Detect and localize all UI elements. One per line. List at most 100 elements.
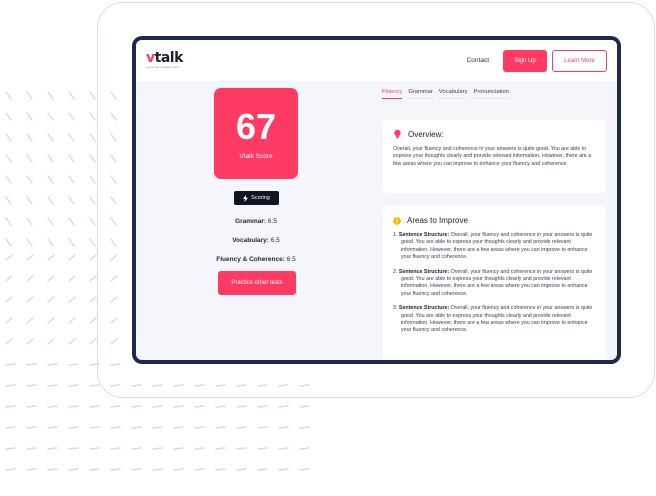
dash-mark <box>173 468 184 471</box>
dash-mark <box>68 112 75 121</box>
dash-mark <box>89 447 100 450</box>
tab-fluency[interactable]: Fluency <box>382 89 403 99</box>
dash-mark <box>152 405 163 408</box>
dash-mark <box>89 468 100 471</box>
dash-mark <box>110 447 121 450</box>
dash-mark <box>26 384 37 387</box>
dash-mark <box>215 468 226 471</box>
dash-mark <box>5 447 16 450</box>
dash-mark <box>5 338 13 345</box>
dash-mark <box>173 426 184 429</box>
dash-mark <box>5 196 12 205</box>
dash-mark <box>68 384 79 387</box>
logo-v: v <box>146 50 155 66</box>
dash-mark <box>257 447 268 450</box>
dash-mark <box>5 254 13 261</box>
dash-mark <box>299 426 310 429</box>
dash-mark <box>194 405 205 408</box>
metric-label: Grammar: <box>235 218 267 225</box>
score-card: 67 Vtalk Score <box>214 88 298 179</box>
dash-mark <box>26 447 37 450</box>
metric-grammar: Grammar: 6.5 <box>176 216 336 235</box>
dash-mark <box>257 426 268 429</box>
dash-mark <box>278 426 289 429</box>
dash-mark <box>89 405 100 408</box>
feedback-tabs: Fluency Grammar Vocabulary Pronunciation <box>382 89 509 99</box>
dash-mark <box>236 468 247 471</box>
dash-mark <box>26 296 34 303</box>
vtalk-logo[interactable]: vtalk Let's talk engagement <box>146 50 183 69</box>
contact-link[interactable]: Contact <box>467 57 489 64</box>
dash-mark <box>173 447 184 450</box>
dash-mark <box>152 447 163 450</box>
dash-mark <box>5 154 12 163</box>
dash-mark <box>89 217 96 226</box>
dash-mark <box>5 426 16 429</box>
dash-mark <box>47 154 54 163</box>
dash-mark <box>47 175 54 184</box>
dash-mark <box>26 363 37 366</box>
dash-mark <box>5 217 12 226</box>
dash-mark <box>68 447 79 450</box>
dash-mark <box>236 447 247 450</box>
dash-mark <box>47 468 58 471</box>
dash-mark <box>131 405 142 408</box>
dash-mark <box>47 447 58 450</box>
practice-other-tests-button[interactable]: Practice other tests <box>218 271 296 295</box>
metric-value: 6.5 <box>286 256 296 263</box>
list-item: 1. Sentence Structure: Overall, your flu… <box>393 232 596 261</box>
dash-mark <box>68 238 75 247</box>
dash-mark <box>299 468 310 471</box>
list-item-title: Sentence Structure: <box>398 232 450 238</box>
dash-mark <box>299 405 310 408</box>
overview-text: Overall, your fluency and coherence in y… <box>393 146 592 167</box>
overview-header: Overview: <box>393 129 596 139</box>
logo-wordmark: vtalk <box>146 50 183 66</box>
list-item-number: 1. <box>393 232 398 238</box>
dash-mark <box>26 217 33 226</box>
dash-mark <box>278 405 289 408</box>
tab-grammar[interactable]: Grammar <box>408 89 433 99</box>
learn-more-button[interactable]: Learn More <box>552 49 607 72</box>
areas-header: Areas to Improve <box>393 216 596 225</box>
dash-mark <box>26 468 37 471</box>
dash-mark <box>26 254 34 261</box>
signup-button[interactable]: Sign Up <box>503 49 547 72</box>
dash-mark <box>26 426 37 429</box>
metric-vocabulary: Vocabulary: 6.5 <box>176 235 336 254</box>
dash-mark <box>89 338 97 345</box>
dash-mark <box>26 338 34 345</box>
dash-mark <box>68 426 79 429</box>
score-value: 67 <box>235 105 277 147</box>
dash-mark <box>5 296 13 303</box>
dash-mark <box>89 154 96 163</box>
dash-mark <box>110 468 121 471</box>
dash-mark <box>68 363 79 366</box>
dash-mark <box>131 468 142 471</box>
dash-mark <box>47 275 55 282</box>
dash-mark <box>68 133 75 142</box>
app-screen: vtalk Let's talk engagement Contact Sign… <box>136 40 617 360</box>
dash-mark <box>68 405 79 408</box>
tab-vocabulary[interactable]: Vocabulary <box>438 89 468 99</box>
dash-mark <box>236 426 247 429</box>
dash-mark <box>5 275 13 282</box>
list-item-number: 3. <box>393 305 398 312</box>
dash-mark <box>89 133 96 142</box>
dash-mark <box>68 154 75 163</box>
dash-mark <box>26 175 33 184</box>
dash-mark <box>47 196 54 205</box>
dash-mark <box>89 254 97 261</box>
dash-mark <box>110 426 121 429</box>
overview-title: Overview: <box>408 129 444 139</box>
dash-mark <box>257 405 268 408</box>
dash-mark <box>131 426 142 429</box>
tab-pronunciation[interactable]: Pronunciation <box>473 89 509 99</box>
dash-mark <box>5 468 16 471</box>
areas-to-improve-card: Areas to Improve 1. Sentence Structure: … <box>383 206 606 360</box>
dash-mark <box>215 426 226 429</box>
dash-mark <box>5 133 12 142</box>
list-item-title: Sentence Structure: <box>398 305 450 312</box>
score-label: Vtalk Score <box>239 152 273 160</box>
dash-mark <box>5 317 13 324</box>
